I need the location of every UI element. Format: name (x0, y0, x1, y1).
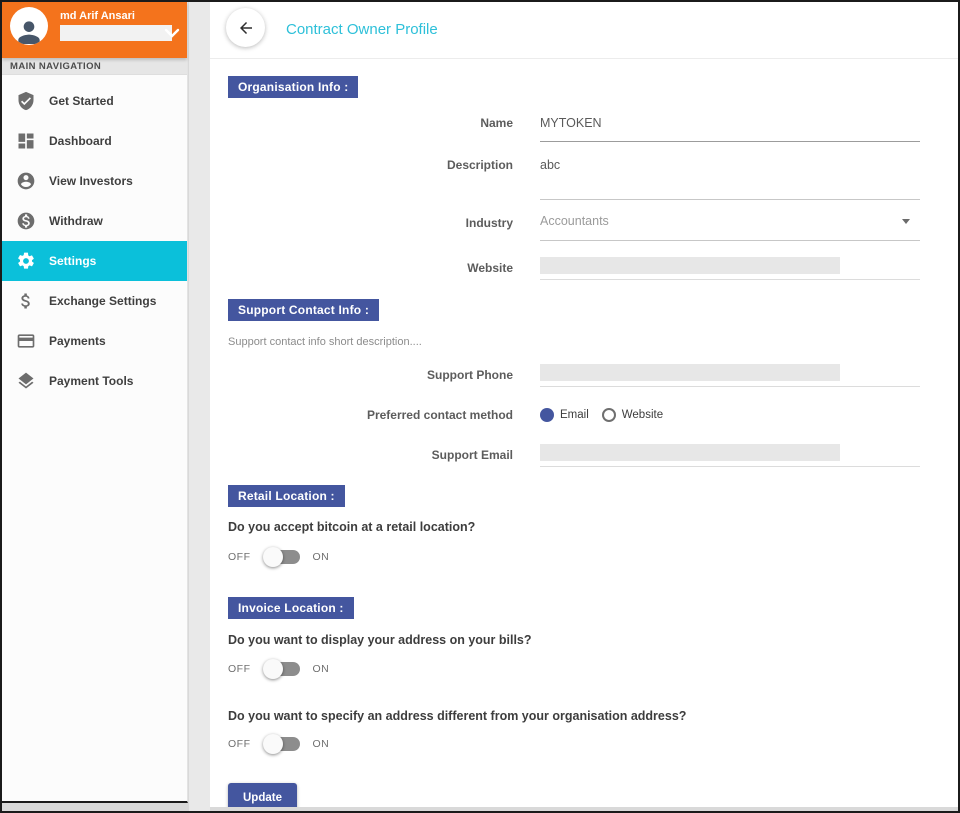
sidebar-item-payment-tools[interactable]: Payment Tools (2, 361, 187, 401)
support-phone-field (540, 361, 920, 387)
toggle-off-label: OFF (228, 738, 251, 750)
website-row: Website (228, 254, 958, 280)
sidebar-item-label: Payments (49, 334, 106, 348)
sidebar-item-label: Dashboard (49, 134, 112, 148)
sidebar-item-withdraw[interactable]: Withdraw (2, 201, 187, 241)
support-email-input[interactable] (540, 444, 840, 461)
main-panel: Contract Owner Profile Organisation Info… (210, 2, 958, 807)
sidebar-item-label: Settings (49, 254, 96, 268)
content: Organisation Info : Name MYTOKEN Descrip… (210, 59, 958, 807)
invoice-display-address-question: Do you want to display your address on y… (228, 633, 958, 647)
industry-row: Industry Accountants (228, 214, 958, 241)
name-value: MYTOKEN (540, 116, 602, 130)
contact-method-radio-group: Email Website (540, 408, 676, 422)
gear-icon (16, 251, 36, 271)
support-contact-badge: Support Contact Info : (228, 299, 379, 321)
contact-method-row: Preferred contact method Email Website (228, 408, 958, 422)
description-input[interactable]: abc (540, 156, 920, 200)
support-email-field (540, 441, 920, 467)
retail-location-badge: Retail Location : (228, 485, 345, 507)
toggle-on-label: ON (313, 663, 330, 675)
retail-bitcoin-question: Do you accept bitcoin at a retail locati… (228, 520, 958, 534)
layers-icon (16, 371, 36, 391)
app-window: md Arif Ansari MAIN NAVIGATION Get Start… (0, 0, 960, 813)
user-header: md Arif Ansari (2, 2, 187, 58)
sidebar-item-exchange-settings[interactable]: Exchange Settings (2, 281, 187, 321)
toggle-off-label: OFF (228, 663, 251, 675)
website-label: Website (228, 254, 513, 275)
radio-website-label: Website (622, 409, 663, 421)
sidebar-item-label: Get Started (49, 94, 114, 108)
sidebar-item-payments[interactable]: Payments (2, 321, 187, 361)
credit-card-icon (16, 331, 36, 351)
dollar-icon (16, 291, 36, 311)
sidebar-item-label: Withdraw (49, 214, 103, 228)
invoice-location-badge: Invoice Location : (228, 597, 354, 619)
contact-method-label: Preferred contact method (228, 408, 513, 422)
invoice-different-address-toggle-row: OFF ON (228, 734, 958, 754)
sidebar-item-dashboard[interactable]: Dashboard (2, 121, 187, 161)
name-row: Name MYTOKEN (228, 114, 958, 142)
website-input[interactable] (540, 257, 840, 274)
user-name: md Arif Ansari (60, 10, 135, 22)
page-title: Contract Owner Profile (286, 21, 438, 38)
support-phone-row: Support Phone (228, 361, 958, 387)
layout-gutter (189, 2, 210, 811)
toggle-off-label: OFF (228, 551, 251, 563)
radio-email-label: Email (560, 409, 589, 421)
retail-bitcoin-toggle-row: OFF ON (228, 547, 958, 567)
sidebar-item-label: Payment Tools (49, 374, 133, 388)
support-description: Support contact info short description..… (228, 336, 958, 348)
support-email-row: Support Email (228, 441, 958, 467)
toggle-on-label: ON (313, 738, 330, 750)
invoice-display-address-toggle-row: OFF ON (228, 659, 958, 679)
sidebar-nav-list: Get Started Dashboard View Investors Wit… (2, 75, 187, 401)
website-field (540, 254, 920, 280)
toggle-thumb (263, 547, 283, 567)
shield-check-icon (16, 91, 36, 111)
dashboard-icon (16, 131, 36, 151)
sidebar-item-view-investors[interactable]: View Investors (2, 161, 187, 201)
name-input[interactable]: MYTOKEN (540, 114, 920, 142)
toggle-thumb (263, 659, 283, 679)
sidebar-item-label: Exchange Settings (49, 294, 156, 308)
toggle-thumb (263, 734, 283, 754)
toggle-on-label: ON (313, 551, 330, 563)
chevron-down-icon[interactable] (164, 26, 180, 40)
organisation-info-badge: Organisation Info : (228, 76, 358, 98)
radio-email[interactable] (540, 408, 554, 422)
sidebar-item-label: View Investors (49, 174, 133, 188)
dollar-circle-icon (16, 211, 36, 231)
avatar (10, 7, 48, 45)
support-email-label: Support Email (228, 441, 513, 462)
invoice-display-address-toggle[interactable] (263, 659, 301, 679)
industry-select[interactable]: Accountants (540, 214, 920, 241)
retail-bitcoin-toggle[interactable] (263, 547, 301, 567)
sidebar-item-settings[interactable]: Settings (2, 241, 187, 281)
sidebar: md Arif Ansari MAIN NAVIGATION Get Start… (2, 2, 188, 803)
sidebar-item-get-started[interactable]: Get Started (2, 81, 187, 121)
update-button[interactable]: Update (228, 783, 297, 807)
user-account-box[interactable] (60, 25, 172, 41)
radio-website[interactable] (602, 408, 616, 422)
arrow-left-icon (237, 19, 255, 37)
invoice-different-address-toggle[interactable] (263, 734, 301, 754)
back-button[interactable] (226, 8, 265, 47)
description-value: abc (540, 158, 560, 172)
name-label: Name (228, 114, 513, 130)
sidebar-section-title: MAIN NAVIGATION (2, 58, 187, 75)
support-phone-input[interactable] (540, 364, 840, 381)
dropdown-caret-icon (902, 219, 910, 224)
topbar: Contract Owner Profile (210, 2, 958, 59)
industry-value: Accountants (540, 214, 609, 228)
industry-label: Industry (228, 214, 513, 230)
description-label: Description (228, 156, 513, 172)
description-row: Description abc (228, 156, 958, 200)
support-phone-label: Support Phone (228, 361, 513, 382)
person-circle-icon (16, 171, 36, 191)
invoice-different-address-question: Do you want to specify an address differ… (228, 709, 958, 723)
